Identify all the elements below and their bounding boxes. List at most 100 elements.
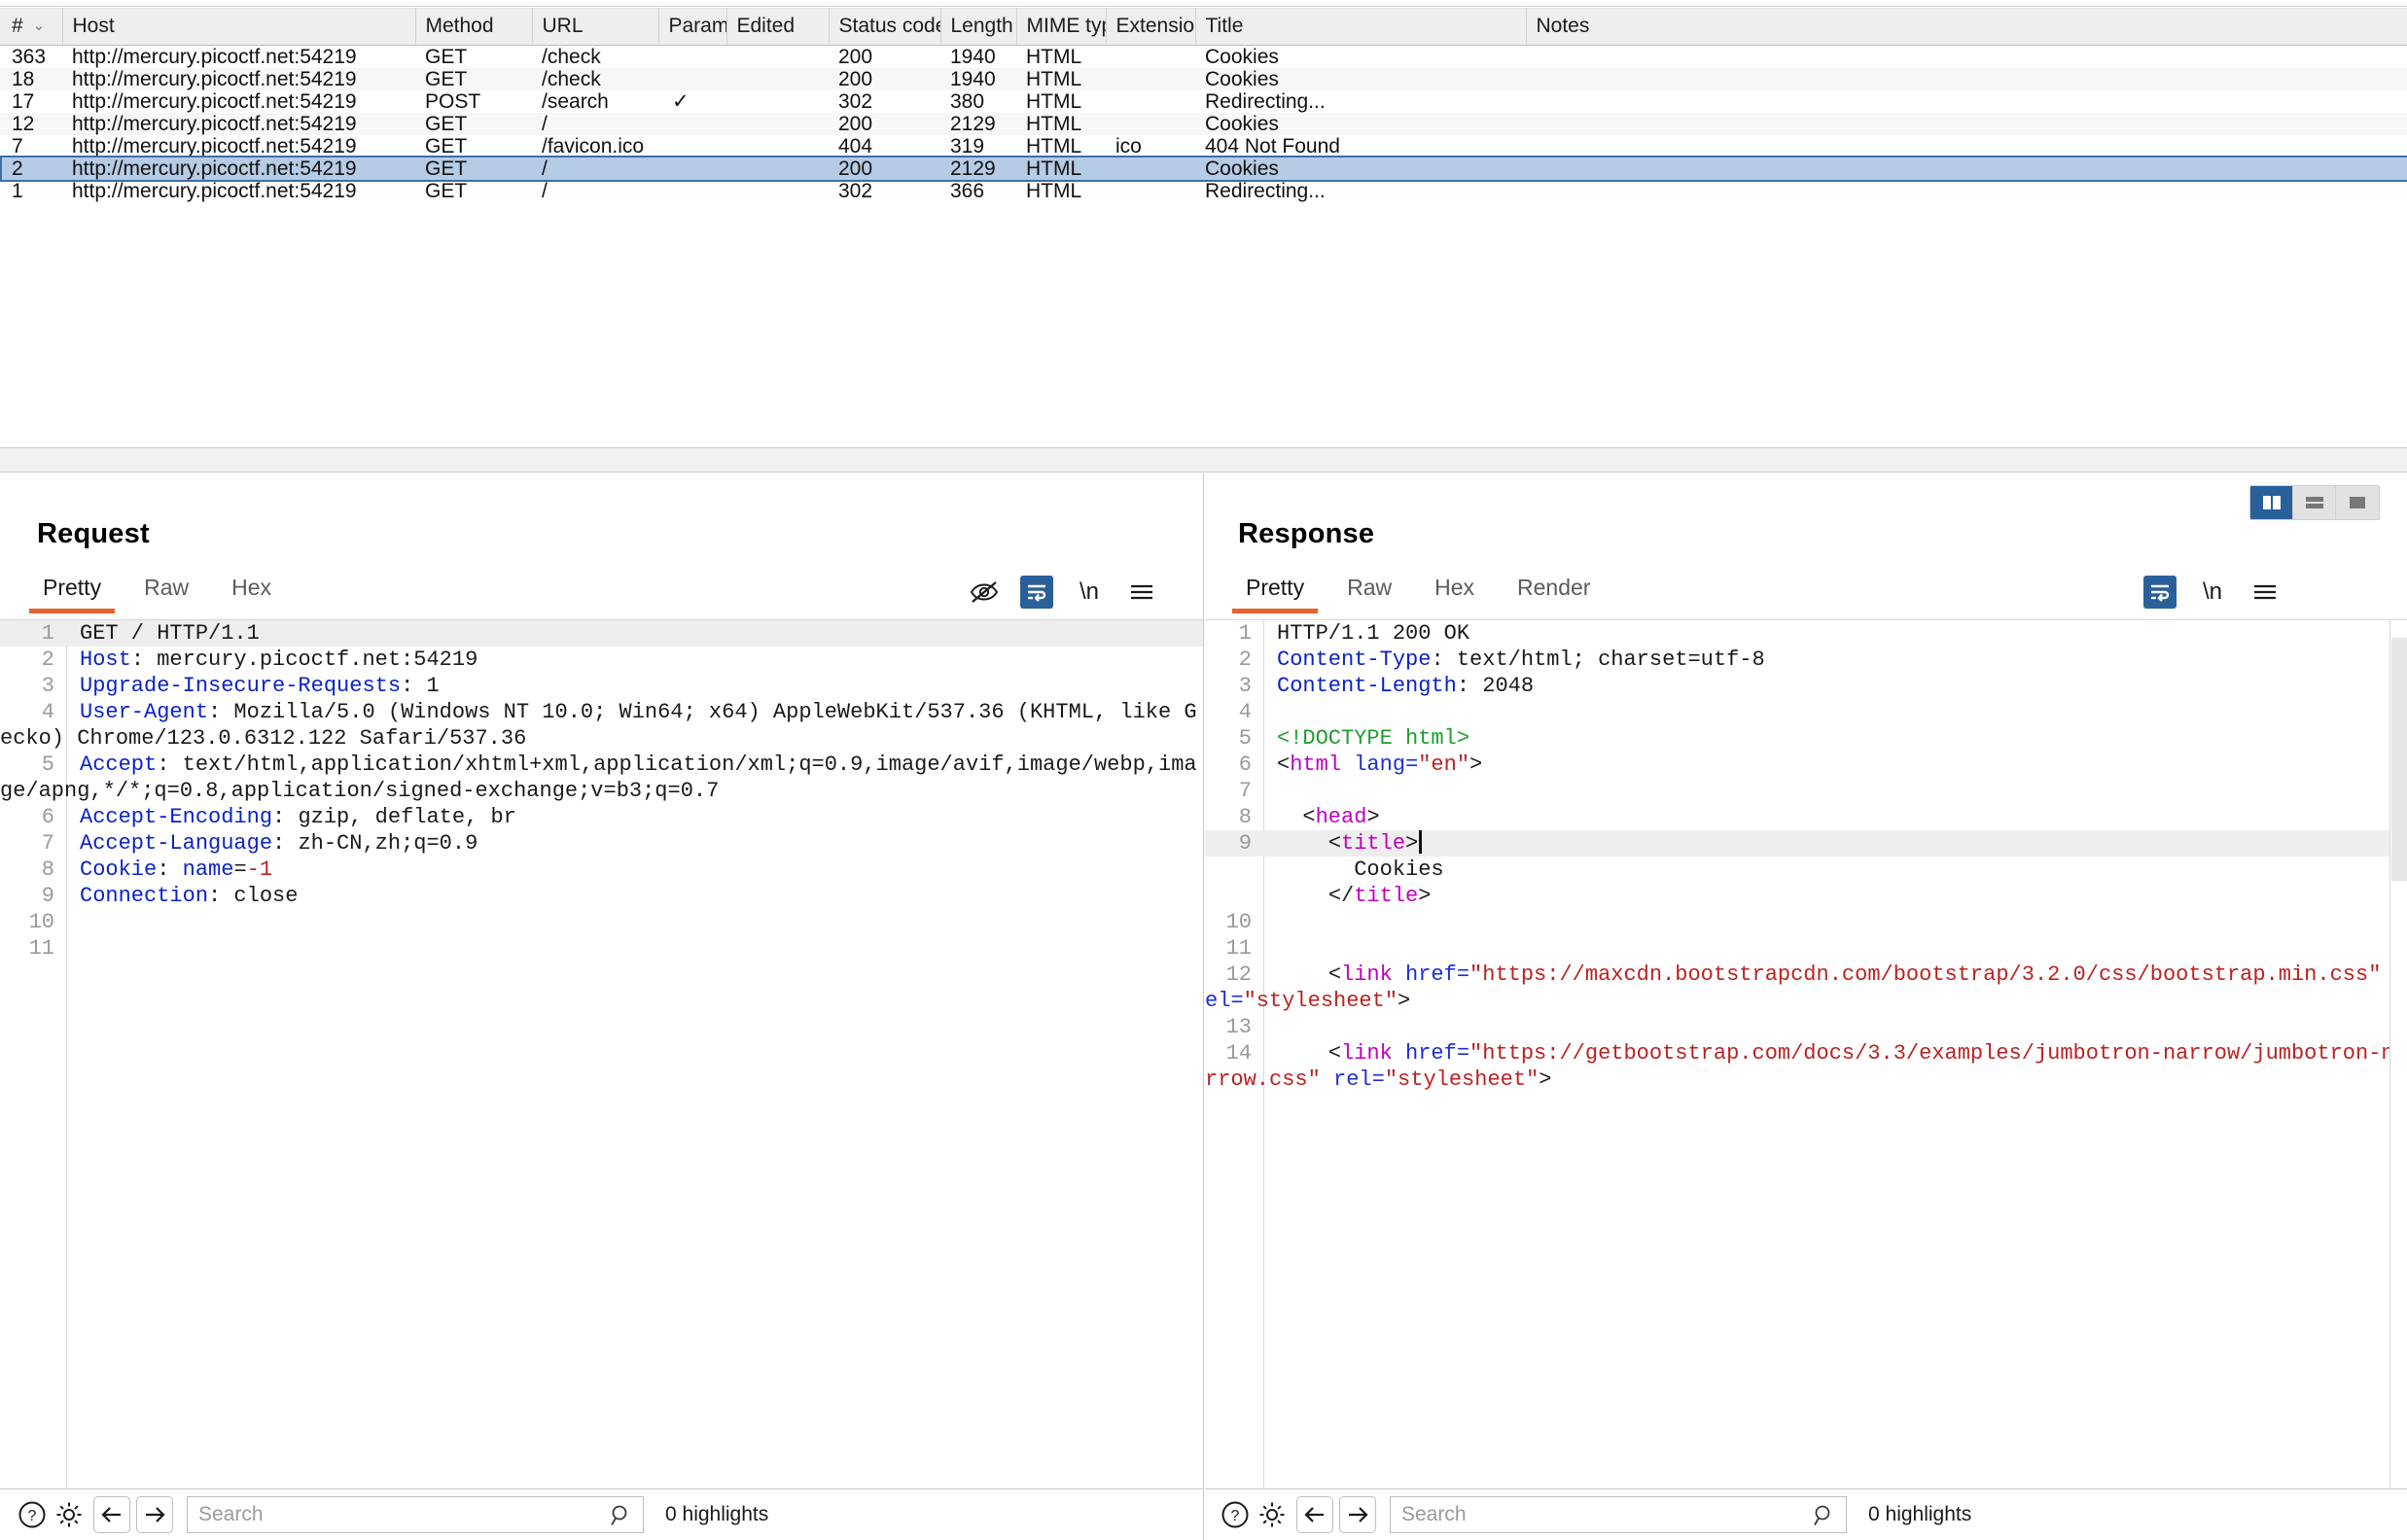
code-line: </title>	[1205, 883, 2407, 909]
column-header-method[interactable]: Method	[415, 8, 533, 46]
code-line: 6 <html lang="en">	[1205, 752, 2407, 778]
column-header-length[interactable]: Length	[940, 8, 1017, 46]
column-header-host[interactable]: Host	[62, 8, 416, 46]
cell-url: /check	[542, 46, 601, 68]
cell-method: GET	[425, 46, 468, 68]
code-line: 11	[1205, 935, 2407, 962]
cell-host: http://mercury.picoctf.net:54219	[72, 113, 357, 135]
column-header-mime-type[interactable]: MIME type	[1016, 8, 1107, 46]
line-number: 2	[41, 648, 54, 672]
word-wrap-icon[interactable]	[2134, 571, 2186, 613]
request-toolbar: \n	[958, 571, 1168, 613]
response-scrollbar[interactable]	[2389, 620, 2407, 1488]
pane-splitter[interactable]	[0, 447, 2407, 472]
column-header-url[interactable]: URL	[532, 8, 659, 46]
newline-icon[interactable]: \n	[2186, 571, 2239, 613]
tab-request-raw[interactable]: Raw	[123, 571, 210, 611]
line-number: 13	[1225, 1015, 1252, 1039]
search-input[interactable]	[188, 1497, 643, 1532]
table-row[interactable]: 18 http://mercury.picoctf.net:54219 GET/ch…	[0, 68, 2407, 90]
response-editor[interactable]: 1 HTTP/1.1 200 OK 2 Content-Type: text/html…	[1205, 620, 2407, 1488]
column-header-params[interactable]: Params	[658, 8, 727, 46]
code-line: 9 <title>	[1205, 830, 2407, 857]
table-row[interactable]: 1 http://mercury.picoctf.net:54219 GET / 302…	[0, 180, 2407, 202]
forward-arrow-icon[interactable]	[136, 1496, 173, 1533]
request-editor[interactable]: 1 GET / HTTP/1.1 2 Host: mercury.picoctf.ne…	[0, 620, 1203, 1488]
forward-arrow-icon[interactable]	[1339, 1496, 1376, 1533]
line-number: 8	[1238, 805, 1252, 829]
code-text: Accept: text/html,application/xhtml+xml,…	[0, 752, 1197, 803]
cell-edited	[726, 113, 829, 135]
cell-mime-type: HTML	[1026, 180, 1082, 202]
back-arrow-icon[interactable]	[93, 1496, 130, 1533]
tab-response-render[interactable]: Render	[1496, 571, 1611, 611]
code-line: 9 Connection: close	[0, 883, 1203, 909]
gear-icon[interactable]	[51, 1496, 88, 1533]
tab-request-hex[interactable]: Hex	[210, 571, 293, 611]
tab-response-raw[interactable]: Raw	[1326, 571, 1413, 611]
side-by-side-view-icon[interactable]	[2250, 486, 2293, 519]
code-text: Cookie: name=-1	[80, 858, 273, 882]
code-text: <html lang="en">	[1277, 752, 1483, 777]
single-pane-view-icon[interactable]	[2336, 486, 2379, 519]
search-icon[interactable]	[610, 1504, 633, 1532]
view-mode-toggle-group	[2249, 485, 2380, 520]
column-header-title[interactable]: Title	[1195, 8, 1527, 46]
column-header-num[interactable]: # ⌄	[0, 8, 63, 46]
column-header-extension[interactable]: Extension	[1106, 8, 1196, 46]
cell-title: Cookies	[1205, 68, 1279, 90]
newline-icon[interactable]: \n	[1063, 571, 1115, 613]
tab-request-pretty[interactable]: Pretty	[21, 571, 123, 613]
table-row[interactable]: 12 http://mercury.picoctf.net:54219 GET / 20…	[0, 113, 2407, 135]
cell-title: Redirecting...	[1205, 180, 1326, 202]
line-number: 4	[41, 700, 54, 724]
line-number: 3	[41, 674, 54, 698]
cell-notes	[1526, 158, 2407, 180]
cell-url: /check	[542, 68, 601, 90]
response-search-field[interactable]	[1390, 1496, 1847, 1533]
code-line: 10	[1205, 909, 2407, 935]
svg-text:?: ?	[1231, 1508, 1240, 1524]
table-row[interactable]: 363 http://mercury.picoctf.net:54219 GET/c…	[0, 46, 2407, 69]
cell-length: 366	[950, 180, 985, 202]
hamburger-menu-icon[interactable]	[1115, 571, 1168, 613]
line-number: 9	[1238, 831, 1252, 856]
table-row[interactable]: 17 http://mercury.picoctf.net:54219 POST/s…	[0, 90, 2407, 113]
column-header-status-code[interactable]: Status code	[829, 8, 941, 46]
code-text: HTTP/1.1 200 OK	[1277, 621, 1470, 646]
line-number: 3	[1238, 674, 1252, 698]
cell-params	[658, 135, 726, 158]
code-line: 3 Upgrade-Insecure-Requests: 1	[0, 673, 1203, 699]
response-scrollbar-thumb[interactable]	[2391, 638, 2407, 881]
response-code-rows: 1 HTTP/1.1 200 OK 2 Content-Type: text/html…	[1205, 620, 2407, 1093]
help-icon[interactable]: ?	[1217, 1496, 1254, 1533]
stacked-view-icon[interactable]	[2293, 486, 2336, 519]
line-number: 1	[1238, 621, 1252, 646]
line-number: 2	[1238, 648, 1252, 672]
line-number: 14	[1225, 1041, 1252, 1066]
cell-notes	[1526, 90, 2407, 113]
column-header-notes[interactable]: Notes	[1526, 8, 2407, 46]
tab-response-hex[interactable]: Hex	[1413, 571, 1496, 611]
hamburger-menu-icon[interactable]	[2239, 571, 2291, 613]
back-arrow-icon[interactable]	[1296, 1496, 1333, 1533]
help-icon[interactable]: ?	[14, 1496, 51, 1533]
http-history-pane: #⌄ Host Method URL Params Edited Status …	[0, 0, 2407, 472]
cell-num: 18	[12, 68, 35, 90]
search-icon[interactable]	[1813, 1504, 1836, 1532]
table-row[interactable]: 2 http://mercury.picoctf.net:54219 GET/ 200…	[0, 158, 2407, 180]
eye-slash-icon[interactable]	[958, 571, 1010, 613]
table-row[interactable]: 7 http://mercury.picoctf.net:54219 GET/fav…	[0, 135, 2407, 158]
gear-icon[interactable]	[1254, 1496, 1291, 1533]
cell-extension	[1106, 113, 1195, 135]
code-line: 2 Host: mercury.picoctf.net:54219	[0, 647, 1203, 673]
code-text: Upgrade-Insecure-Requests: 1	[80, 674, 440, 698]
word-wrap-icon[interactable]	[1010, 571, 1063, 613]
column-header-edited[interactable]: Edited	[726, 8, 830, 46]
tab-response-pretty[interactable]: Pretty	[1224, 571, 1326, 613]
request-search-field[interactable]	[187, 1496, 644, 1533]
text-cursor	[1419, 830, 1423, 854]
search-input[interactable]	[1391, 1497, 1846, 1532]
